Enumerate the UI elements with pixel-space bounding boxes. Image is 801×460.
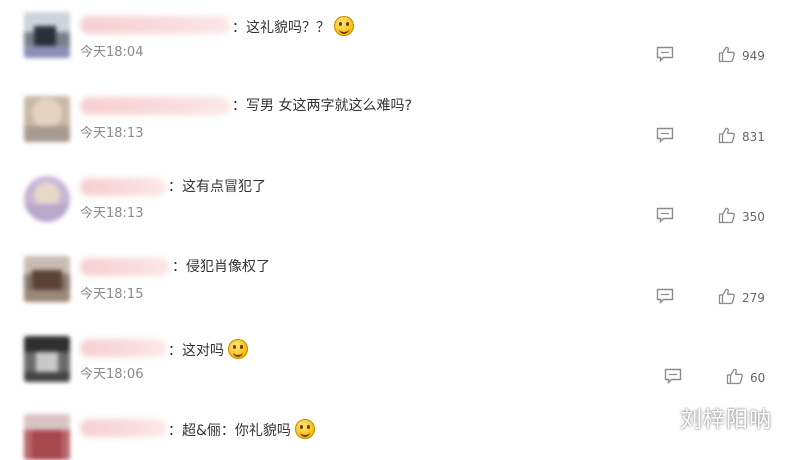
avatar[interactable]: [24, 96, 70, 142]
comment-icon[interactable]: [656, 207, 674, 223]
username[interactable]: [80, 258, 170, 276]
username[interactable]: [80, 419, 166, 437]
avatar[interactable]: [24, 256, 70, 302]
smile-emoji: [294, 419, 315, 439]
avatar[interactable]: [24, 414, 70, 460]
comment-time: 今天18:13: [80, 126, 144, 141]
comment-text: ：侵犯肖像权了: [172, 259, 270, 275]
thumbs-up-icon[interactable]: [718, 126, 736, 144]
avatar[interactable]: [24, 176, 70, 222]
comment-item: ：这有点冒犯了 今天18:13 350: [0, 162, 801, 242]
laugh-cry-emoji: [334, 16, 354, 36]
username[interactable]: [80, 178, 166, 196]
comment-icon[interactable]: [656, 46, 674, 62]
like-count: 949: [742, 49, 765, 63]
comment-item: ：写男 女这两字就这么难吗? 今天18:13 831: [0, 82, 801, 162]
like-count: 279: [742, 291, 765, 305]
comment-icon[interactable]: [656, 127, 674, 143]
thumbs-up-icon[interactable]: [718, 206, 736, 224]
comment-item: ：这礼貌吗？？ 今天18:04 949: [0, 0, 801, 80]
thumbs-up-icon[interactable]: [726, 367, 744, 385]
avatar[interactable]: [24, 12, 70, 58]
comment-text: ：超&俪：你礼貌吗: [168, 419, 315, 440]
sweat-smile-emoji: [228, 339, 248, 359]
comment-time: 今天18:06: [80, 367, 144, 382]
like-count: 60: [750, 371, 766, 385]
watermark: 刘梓阳呐: [680, 408, 773, 433]
username[interactable]: [80, 339, 166, 357]
avatar[interactable]: [24, 336, 70, 382]
comment-text: ：这有点冒犯了: [168, 179, 266, 195]
comment-icon[interactable]: [656, 288, 674, 304]
like-count: 350: [742, 210, 765, 224]
comment-text: ：写男 女这两字就这么难吗?: [232, 98, 412, 114]
username[interactable]: [80, 97, 230, 115]
comment-text: ：这礼貌吗？？: [232, 16, 354, 37]
comment-time: 今天18:13: [80, 206, 144, 221]
comment-item: ：侵犯肖像权了 今天18:15 279: [0, 242, 801, 322]
comment-item: ：这对吗 今天18:06 60: [0, 322, 801, 402]
like-count: 831: [742, 130, 765, 144]
comment-icon[interactable]: [664, 368, 682, 384]
comment-time: 今天18:15: [80, 287, 144, 302]
username[interactable]: [80, 16, 230, 34]
thumbs-up-icon[interactable]: [718, 45, 736, 63]
thumbs-up-icon[interactable]: [718, 287, 736, 305]
comment-time: 今天18:04: [80, 45, 144, 60]
comment-text: ：这对吗: [168, 339, 248, 360]
